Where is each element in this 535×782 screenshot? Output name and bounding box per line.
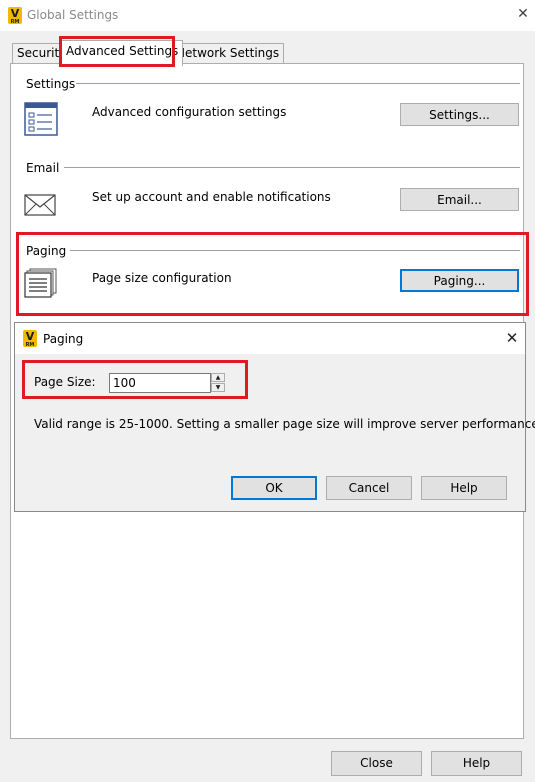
settings-description: Advanced configuration settings xyxy=(92,105,287,119)
email-section-label: Email xyxy=(26,161,60,175)
paging-section-label: Paging xyxy=(26,244,67,258)
tab-network-settings[interactable]: Network Settings xyxy=(171,43,285,64)
settings-divider xyxy=(76,83,520,84)
dialog-title: Paging xyxy=(43,332,84,346)
window-titlebar: V RM Global Settings ✕ xyxy=(0,0,535,31)
paging-dialog: V RM Paging ✕ Page Size: ▲ ▼ Valid range… xyxy=(14,322,535,512)
envelope-icon xyxy=(24,194,56,216)
settings-button[interactable]: Settings... xyxy=(400,103,519,126)
settings-list-icon xyxy=(24,102,58,136)
cancel-button[interactable]: Cancel xyxy=(326,476,412,500)
settings-section-label: Settings xyxy=(26,77,76,91)
footer-help-button[interactable]: Help xyxy=(431,751,522,776)
page-size-info: Valid range is 25-1000. Setting a smalle… xyxy=(34,417,535,431)
page-size-label: Page Size: xyxy=(34,375,96,389)
paging-description: Page size configuration xyxy=(92,271,232,285)
document-stack-icon xyxy=(24,268,58,298)
dialog-close-icon[interactable]: ✕ xyxy=(503,329,521,347)
spin-up-icon[interactable]: ▲ xyxy=(211,373,225,382)
dialog-app-icon: V RM xyxy=(23,330,37,348)
window-title: Global Settings xyxy=(27,8,119,22)
spin-down-icon[interactable]: ▼ xyxy=(211,383,225,392)
email-button[interactable]: Email... xyxy=(400,188,519,211)
ok-button[interactable]: OK xyxy=(231,476,317,500)
paging-divider xyxy=(70,250,520,251)
email-divider xyxy=(64,167,520,168)
page-size-input[interactable] xyxy=(109,373,211,393)
app-icon: V RM xyxy=(8,7,22,25)
dialog-help-button[interactable]: Help xyxy=(421,476,507,500)
paging-button[interactable]: Paging... xyxy=(400,269,519,292)
dialog-titlebar: V RM Paging ✕ xyxy=(15,323,525,354)
close-button[interactable]: Close xyxy=(331,751,422,776)
tab-advanced-settings[interactable]: Advanced Settings xyxy=(61,40,184,66)
email-description: Set up account and enable notifications xyxy=(92,190,331,204)
window-close-icon[interactable]: ✕ xyxy=(515,6,531,22)
